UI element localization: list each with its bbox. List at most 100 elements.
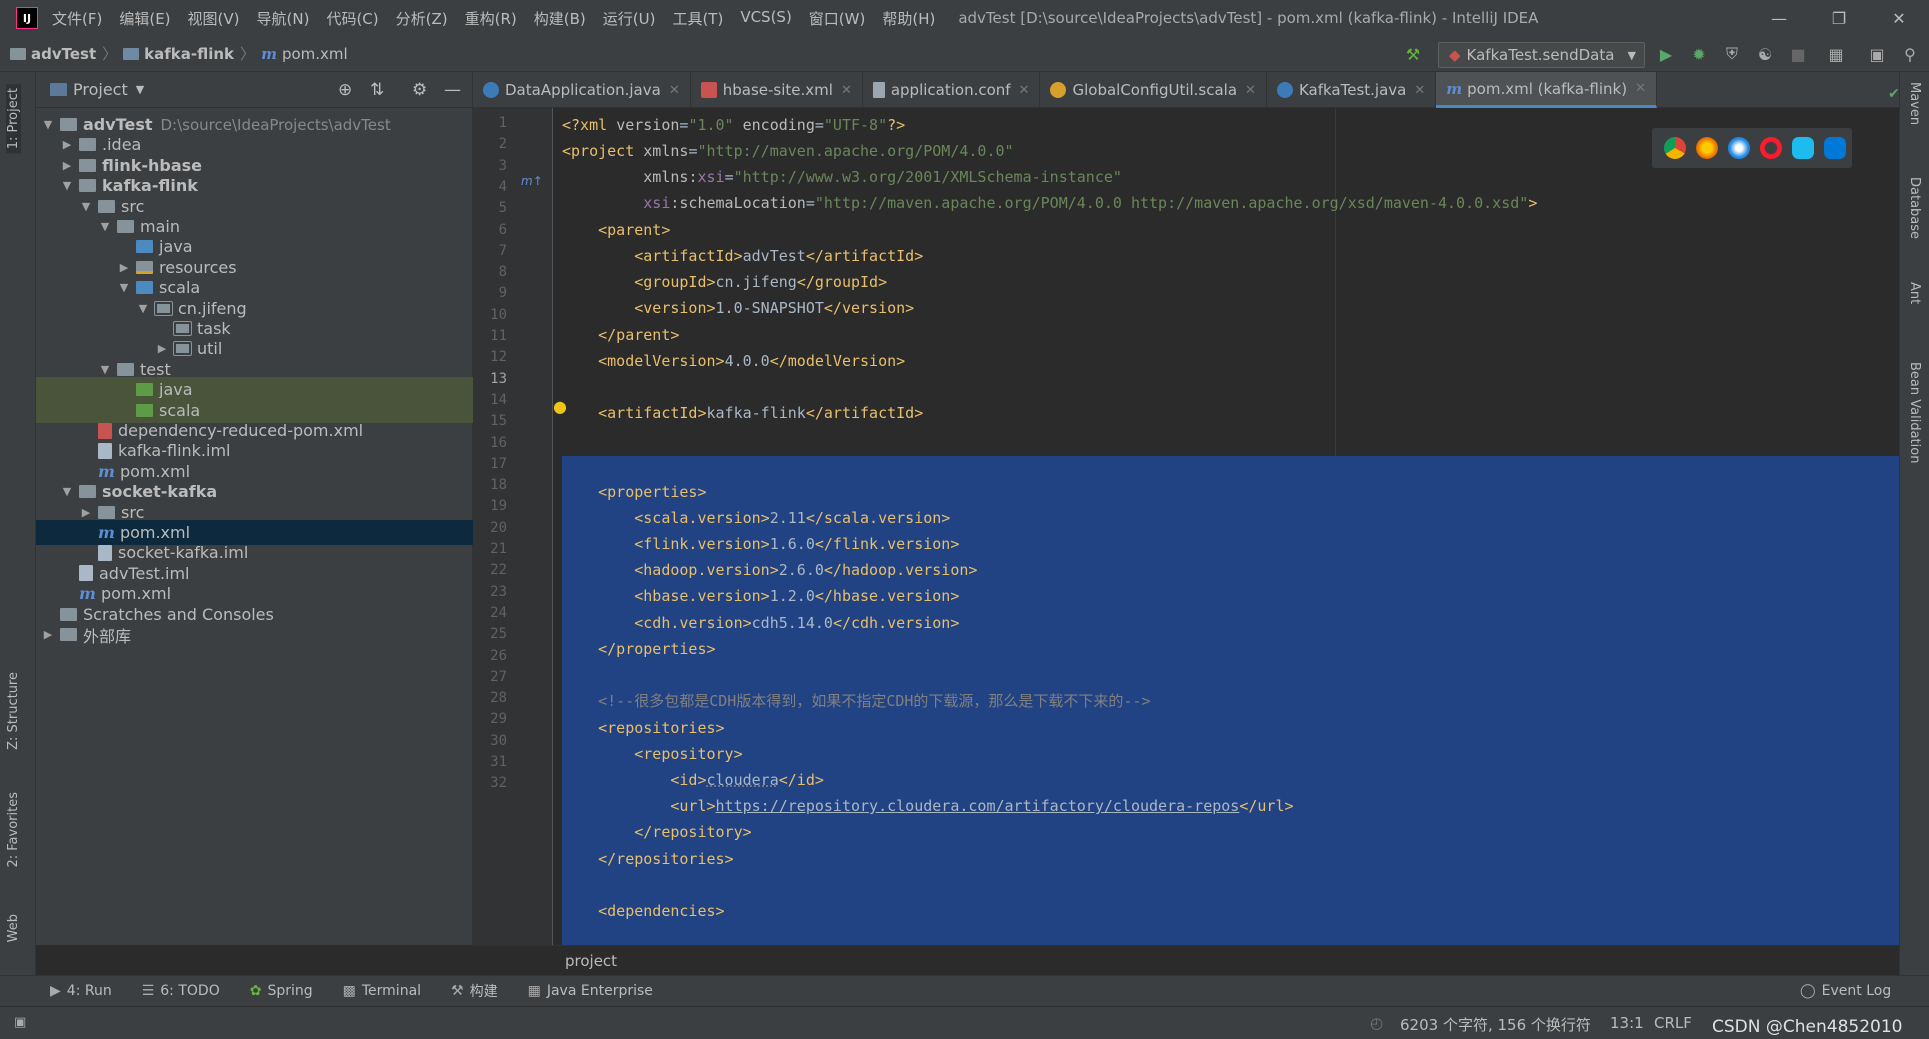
collapse-all-icon[interactable]: ⇅ — [370, 80, 384, 100]
search-icon[interactable]: ⚲ — [1900, 44, 1920, 64]
line-number: 19 — [490, 498, 507, 514]
stop-icon[interactable]: ■ — [1788, 44, 1808, 64]
opera-icon[interactable] — [1760, 137, 1782, 159]
crumb-advtest[interactable]: advTest — [31, 45, 96, 63]
expand-right-icon[interactable]: ▶ — [59, 159, 75, 172]
tree-item[interactable]: ▶ 外部库 — [36, 622, 473, 647]
menu-build[interactable]: 构建(B) — [534, 8, 586, 29]
tab-data-application[interactable]: DataApplication.java ✕ — [473, 72, 691, 108]
tool-todo-label: 6: TODO — [160, 983, 220, 999]
tool-favorites[interactable]: 2: Favorites — [6, 792, 21, 868]
project-view-select[interactable]: Project — [73, 80, 128, 99]
tree-item-label: scala — [159, 278, 201, 298]
hammer-icon: ⚒ — [451, 983, 464, 999]
tool-database[interactable]: Database — [1907, 177, 1922, 239]
close-tab-icon[interactable]: ✕ — [1635, 81, 1646, 96]
profile-icon[interactable]: ☯ — [1755, 44, 1775, 64]
menu-help[interactable]: 帮助(H) — [882, 8, 935, 29]
close-tab-icon[interactable]: ✕ — [841, 83, 852, 98]
tool-java-enterprise-label: Java Enterprise — [546, 983, 653, 999]
tool-maven[interactable]: Maven — [1907, 82, 1922, 125]
gear-icon[interactable]: ⚙ — [412, 80, 427, 100]
tab-global-config-util[interactable]: GlobalConfigUtil.scala ✕ — [1040, 72, 1267, 108]
crumb-kafka-flink[interactable]: kafka-flink — [144, 45, 234, 63]
expand-down-icon[interactable]: ▼ — [97, 220, 113, 233]
expand-right-icon[interactable]: ▶ — [40, 628, 56, 641]
expand-right-icon[interactable]: ▶ — [78, 506, 94, 519]
menu-edit[interactable]: 编辑(E) — [119, 8, 170, 29]
right-tool-strip: Maven Database Ant Bean Validation — [1899, 72, 1929, 1006]
tool-structure[interactable]: Z: Structure — [6, 672, 21, 750]
menu-tools[interactable]: 工具(T) — [672, 8, 723, 29]
menu-view[interactable]: 视图(V) — [188, 8, 240, 29]
tool-web[interactable]: Web — [6, 914, 21, 942]
chrome-icon[interactable] — [1664, 137, 1686, 159]
clock-icon: ◴ — [1370, 1014, 1384, 1032]
safari-icon[interactable] — [1728, 137, 1750, 159]
tool-java-enterprise[interactable]: ▦ Java Enterprise — [528, 983, 653, 999]
tab-hbase-site[interactable]: hbase-site.xml ✕ — [691, 72, 863, 108]
tool-ant[interactable]: Ant — [1907, 282, 1922, 304]
tool-todo[interactable]: ☰ 6: TODO — [142, 983, 220, 999]
menu-analyze[interactable]: 分析(Z) — [396, 8, 448, 29]
tab-kafka-test[interactable]: KafkaTest.java ✕ — [1267, 72, 1437, 108]
code-editor[interactable]: <?xml version="1.0" encoding="UTF-8"?> <… — [562, 108, 1899, 945]
presentation-icon[interactable]: ▣ — [1867, 44, 1887, 64]
tree-item-label: dependency-reduced-pom.xml — [118, 421, 364, 440]
tab-pom-kafka-flink[interactable]: m pom.xml (kafka-flink) ✕ — [1436, 72, 1657, 108]
close-tab-icon[interactable]: ✕ — [1414, 83, 1425, 98]
edge-icon[interactable] — [1824, 137, 1846, 159]
menu-file[interactable]: 文件(F) — [52, 8, 102, 29]
close-icon[interactable]: ✕ — [1869, 0, 1929, 36]
expand-down-icon[interactable]: ▼ — [135, 302, 151, 315]
firefox-icon[interactable] — [1696, 137, 1718, 159]
menu-navigate[interactable]: 导航(N) — [257, 8, 310, 29]
expand-down-icon[interactable]: ▼ — [59, 485, 75, 498]
close-tab-icon[interactable]: ✕ — [1245, 83, 1256, 98]
tree-item-label: 外部库 — [83, 626, 132, 646]
expand-right-icon[interactable]: ▶ — [154, 342, 170, 355]
expand-down-icon[interactable]: ▼ — [116, 281, 132, 294]
restore-icon[interactable]: ❐ — [1809, 0, 1869, 36]
expand-down-icon[interactable]: ▼ — [78, 200, 94, 213]
expand-down-icon[interactable]: ▼ — [59, 179, 75, 192]
close-tab-icon[interactable]: ✕ — [1019, 83, 1030, 98]
menu-refactor[interactable]: 重构(R) — [465, 8, 517, 29]
build-hammer-icon[interactable]: ⚒ — [1403, 44, 1423, 64]
editor-breadcrumb[interactable]: project — [473, 945, 1899, 975]
close-tab-icon[interactable]: ✕ — [669, 83, 680, 98]
minimize-icon[interactable]: — — [1749, 0, 1809, 36]
caret-position[interactable]: 13:1 — [1610, 1014, 1644, 1032]
breadcrumb-project[interactable]: project — [565, 952, 617, 970]
locate-icon[interactable]: ⊕ — [338, 80, 352, 100]
crumb-pom[interactable]: pom.xml — [282, 45, 348, 63]
ie-icon[interactable] — [1792, 137, 1814, 159]
tool-terminal[interactable]: ▩ Terminal — [343, 983, 421, 999]
tool-project[interactable]: 1: Project — [6, 84, 21, 154]
text-file-icon — [872, 82, 885, 98]
project-structure-icon[interactable]: ▦ — [1826, 44, 1846, 64]
tool-window-toggle-icon[interactable]: ▣ — [14, 1015, 26, 1030]
menu-window[interactable]: 窗口(W) — [809, 8, 866, 29]
maven-override-icon[interactable]: m↑ — [521, 174, 543, 188]
coverage-icon[interactable]: ⛨ — [1722, 44, 1742, 64]
tool-spring[interactable]: ✿ Spring — [250, 983, 313, 999]
tool-run[interactable]: ▶ 4: Run — [50, 983, 112, 999]
expand-down-icon[interactable]: ▼ — [40, 118, 56, 131]
expand-right-icon[interactable]: ▶ — [116, 261, 132, 274]
chevron-down-icon[interactable]: ▼ — [136, 83, 144, 96]
line-separator[interactable]: CRLF — [1654, 1014, 1692, 1032]
menu-code[interactable]: 代码(C) — [326, 8, 378, 29]
tab-application-conf[interactable]: application.conf ✕ — [863, 72, 1041, 108]
expand-down-icon[interactable]: ▼ — [97, 363, 113, 376]
tool-bean-validation[interactable]: Bean Validation — [1907, 362, 1922, 463]
tool-event-log[interactable]: ◯ Event Log — [1800, 983, 1891, 999]
run-config-select[interactable]: ◆ KafkaTest.sendData ▼ — [1438, 42, 1645, 68]
menu-run[interactable]: 运行(U) — [603, 8, 656, 29]
tool-build[interactable]: ⚒ 构建 — [451, 981, 498, 1001]
expand-right-icon[interactable]: ▶ — [59, 138, 75, 151]
hide-icon[interactable]: — — [444, 80, 461, 100]
run-icon[interactable]: ▶ — [1656, 44, 1676, 64]
debug-icon[interactable]: ✹ — [1689, 44, 1709, 64]
menu-vcs[interactable]: VCS(S) — [740, 8, 791, 29]
